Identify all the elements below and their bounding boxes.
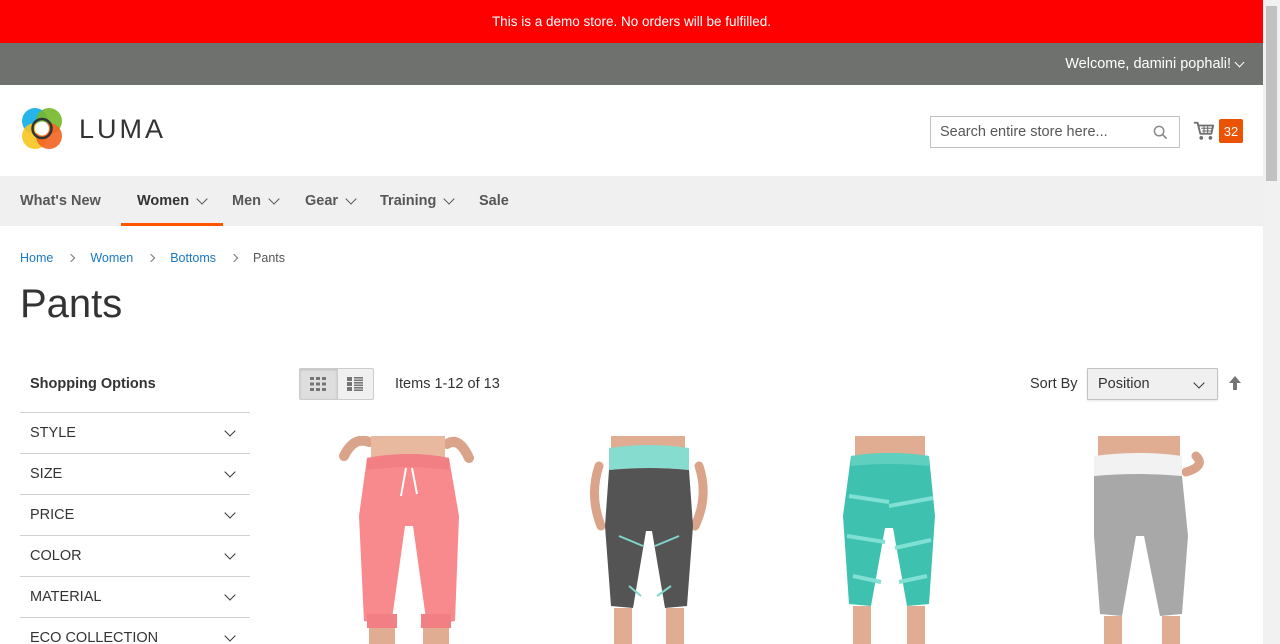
gray-capri-illustration [590, 436, 708, 644]
chevron-down-icon [1193, 377, 1205, 389]
nav-item-women[interactable]: Women [120, 176, 224, 226]
nav-item-gear[interactable]: Gear [305, 176, 357, 226]
filter-list: STYLE SIZE PRICE COLOR MATERIAL ECO COLL… [20, 412, 250, 644]
grid-icon [310, 377, 327, 391]
nav-item-sale[interactable]: Sale [479, 176, 509, 226]
header-panel: Welcome, damini pophali! [0, 43, 1263, 85]
filter-label: PRICE [30, 507, 75, 523]
chevron-down-icon [345, 192, 357, 205]
filter-label: ECO COLLECTION [30, 630, 159, 644]
product-image-3[interactable] [789, 436, 989, 644]
demo-notice-banner: This is a demo store. No orders will be … [0, 0, 1263, 43]
nav-item-label: Sale [479, 193, 509, 209]
welcome-text: Welcome, damini pophali! [1065, 56, 1231, 72]
nav-item-men[interactable]: Men [232, 176, 280, 226]
nav-item-label: Gear [305, 193, 339, 209]
filter-size[interactable]: SIZE [20, 453, 250, 494]
list-icon [347, 377, 364, 391]
chevron-down-icon [224, 425, 236, 437]
nav-item-label: What's New [20, 193, 101, 209]
breadcrumb: Home Women Bottoms Pants [20, 251, 285, 265]
chevron-down-icon [224, 630, 236, 642]
filter-price[interactable]: PRICE [20, 494, 250, 535]
shopping-cart-icon [1193, 121, 1215, 140]
search-box [930, 116, 1180, 148]
sort-by-select[interactable]: Position [1087, 368, 1218, 400]
chevron-right-icon [146, 253, 156, 263]
nav-item-label: Women [137, 193, 190, 209]
chevron-down-icon [268, 192, 280, 205]
chevron-down-icon [224, 589, 236, 601]
filter-style[interactable]: STYLE [20, 412, 250, 453]
filter-label: SIZE [30, 466, 63, 482]
customer-welcome-menu[interactable]: Welcome, damini pophali! [1065, 43, 1245, 85]
breadcrumb-bottoms[interactable]: Bottoms [170, 251, 216, 265]
sort-direction-arrow-icon[interactable] [1228, 375, 1242, 391]
filter-color[interactable]: COLOR [20, 535, 250, 576]
pink-pants-illustration [339, 436, 474, 644]
breadcrumb-women[interactable]: Women [90, 251, 133, 265]
minicart-button[interactable]: 32 [1193, 119, 1243, 143]
main-navigation: What's New Women Men Gear Training Sale [0, 176, 1263, 226]
toolbar-item-count: Items 1-12 of 13 [395, 376, 500, 392]
page-scrollbar[interactable] [1263, 0, 1280, 644]
chevron-down-icon [443, 192, 456, 205]
search-input[interactable] [931, 117, 1141, 147]
shopping-options-title: Shopping Options [30, 376, 156, 392]
cart-count-badge: 32 [1219, 119, 1243, 143]
grid-view-button[interactable] [300, 369, 337, 399]
filter-label: MATERIAL [30, 589, 102, 605]
product-image-4[interactable] [1046, 436, 1246, 644]
demo-notice-text: This is a demo store. No orders will be … [491, 14, 772, 29]
logo-text: LUMA [79, 113, 167, 144]
chevron-down-icon [224, 507, 236, 519]
product-image-2[interactable] [549, 436, 749, 644]
luma-logo[interactable]: LUMA [20, 106, 166, 152]
chevron-right-icon [67, 253, 76, 263]
chevron-down-icon [196, 192, 208, 205]
filter-label: COLOR [30, 548, 82, 564]
chevron-right-icon [229, 253, 239, 263]
nav-item-label: Training [380, 193, 437, 209]
teal-capri-illustration [843, 436, 935, 644]
filter-label: STYLE [30, 425, 76, 441]
breadcrumb-current: Pants [253, 251, 286, 265]
filter-material[interactable]: MATERIAL [20, 576, 250, 617]
search-icon[interactable] [1153, 125, 1168, 140]
site-header: LUMA 32 [0, 85, 1263, 176]
page-title: Pants [20, 282, 123, 326]
nav-item-whats-new[interactable]: What's New [20, 176, 101, 226]
chevron-down-icon [224, 548, 236, 560]
nav-item-training[interactable]: Training [380, 176, 456, 226]
product-image-1[interactable] [309, 436, 509, 644]
chevron-down-icon [1234, 57, 1245, 67]
scrollbar-thumb[interactable] [1266, 6, 1277, 181]
light-gray-capri-illustration [1094, 436, 1204, 644]
sort-by-value: Position [1098, 376, 1150, 392]
view-mode-switcher [299, 368, 374, 400]
luma-logo-icon [22, 108, 62, 149]
list-view-button[interactable] [336, 369, 374, 399]
nav-item-label: Men [232, 193, 261, 209]
breadcrumb-home[interactable]: Home [20, 251, 53, 265]
chevron-down-icon [224, 466, 236, 478]
sort-by-label: Sort By [1030, 376, 1078, 392]
filter-eco-collection[interactable]: ECO COLLECTION [20, 617, 250, 644]
